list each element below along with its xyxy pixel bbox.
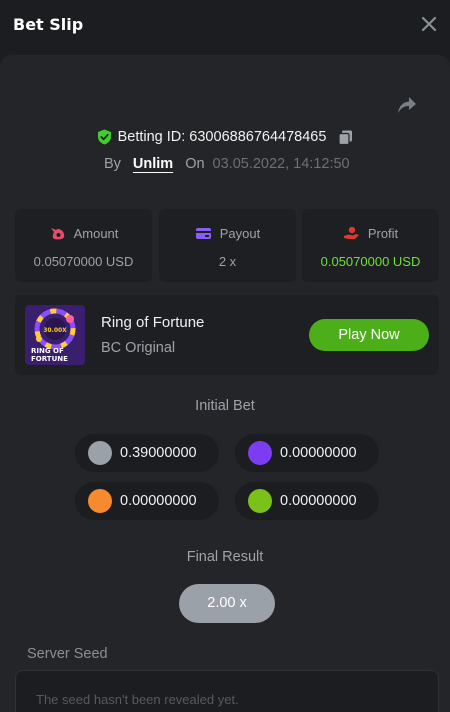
bet-chip-green: 0.00000000 — [235, 482, 379, 520]
game-card: 30.00X RING OF FORTUNE Ring of Fortune B… — [15, 295, 439, 375]
purple-dot-icon — [248, 441, 272, 465]
shield-check-icon — [97, 129, 111, 145]
user-link[interactable]: Unlim — [133, 156, 173, 172]
betting-id-row: Betting ID: 6300688676447846​5 — [0, 127, 450, 147]
money-bag-icon — [50, 227, 64, 239]
bet-amount-purple: 0.00000000 — [280, 445, 357, 461]
close-icon[interactable] — [420, 15, 438, 33]
bet-chip-orange: 0.00000000 — [75, 482, 219, 520]
amount-card: Amount 0.05070000 USD — [15, 209, 152, 282]
svg-text:30.00X: 30.00X — [43, 327, 67, 334]
profit-card: Profit 0.05070000 USD — [302, 209, 439, 282]
by-label: By — [104, 156, 121, 172]
grey-dot-icon — [88, 441, 112, 465]
bet-amount-orange: 0.00000000 — [120, 493, 197, 509]
ring-of-fortune-logo: 30.00X RING OF FORTUNE — [25, 305, 85, 365]
bet-chip-purple: 0.00000000 — [235, 434, 379, 472]
bet-chip-grey: 0.39000000 — [75, 434, 219, 472]
payout-label: Payout — [219, 225, 261, 241]
svg-text:FORTUNE: FORTUNE — [31, 355, 68, 363]
bet-date: 03.05.2022, 14:12:50 — [212, 156, 350, 172]
payout-card: Payout 2 x — [159, 209, 296, 282]
play-now-button[interactable]: Play Now — [309, 319, 429, 351]
bet-amount-grey: 0.39000000 — [120, 445, 197, 461]
betting-id-text: Betting ID: 6300688676447846​5 — [117, 129, 327, 145]
copy-icon[interactable] — [338, 130, 353, 145]
header: Bet Slip — [0, 0, 450, 52]
profit-value: 0.05070000 USD — [320, 254, 421, 269]
amount-label: Amount — [73, 225, 119, 241]
final-result-label: Final Result — [186, 549, 264, 565]
bet-meta-row: By Unlim On 03.05.2022, 14:12:50 — [104, 154, 350, 174]
final-result-badge: 2.00 x — [179, 584, 275, 623]
game-provider: BC Original — [101, 340, 176, 356]
server-seed-label: Server Seed — [27, 646, 108, 662]
server-seed-text: The seed hasn't been revealed yet. — [36, 692, 239, 707]
hand-coin-icon — [343, 226, 359, 239]
green-dot-icon — [248, 489, 272, 513]
page-title: Bet Slip — [13, 15, 84, 34]
initial-bet-label: Initial Bet — [195, 398, 255, 414]
card-icon — [195, 227, 211, 239]
on-label: On — [185, 156, 205, 172]
share-icon[interactable] — [397, 95, 417, 115]
svg-text:RING OF: RING OF — [31, 347, 64, 355]
game-thumbnail[interactable]: 30.00X RING OF FORTUNE — [25, 305, 85, 365]
game-name[interactable]: Ring of Fortune — [101, 314, 204, 331]
orange-dot-icon — [88, 489, 112, 513]
server-seed-box[interactable]: The seed hasn't been revealed yet. — [15, 670, 439, 712]
bet-amount-green: 0.00000000 — [280, 493, 357, 509]
amount-value: 0.05070000 USD — [33, 254, 134, 269]
payout-value: 2 x — [218, 254, 237, 269]
profit-label: Profit — [367, 225, 399, 241]
